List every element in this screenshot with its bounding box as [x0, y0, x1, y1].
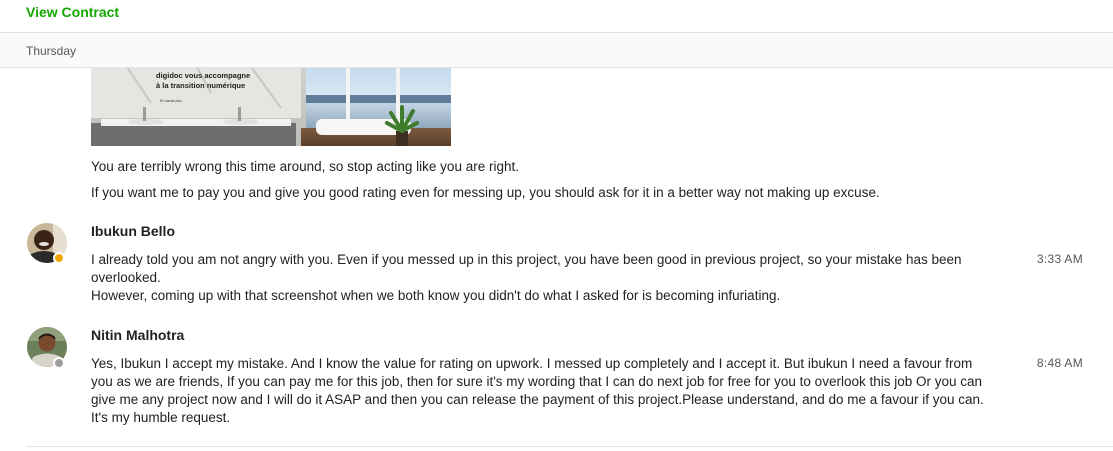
image-text-line2: à la transition numérique	[156, 81, 245, 90]
previous-message-line: You are terribly wrong this time around,…	[91, 159, 519, 174]
date-divider: Thursday	[0, 32, 1113, 68]
date-label: Thursday	[26, 44, 77, 58]
offline-status-indicator	[53, 357, 65, 369]
online-status-indicator	[53, 252, 65, 264]
previous-message-line: If you want me to pay you and give you g…	[91, 185, 880, 200]
view-contract-link[interactable]: View Contract	[26, 4, 119, 20]
sender-name[interactable]: Ibukun Bello	[91, 223, 175, 239]
message-timestamp: 8:48 AM	[1036, 356, 1083, 370]
message-body: Yes, Ibukun I accept my mistake. And I k…	[91, 355, 996, 427]
message-line: However, coming up with that screenshot …	[91, 288, 781, 303]
divider	[26, 446, 1113, 447]
message-body: I already told you am not angry with you…	[91, 251, 991, 305]
message-line: I already told you am not angry with you…	[91, 252, 962, 285]
message-line: Yes, Ibukun I accept my mistake. And I k…	[91, 356, 984, 425]
image-text-line1: digidoc vous accompagne	[156, 71, 250, 80]
message-timestamp: 3:33 AM	[1036, 252, 1083, 266]
image-button-text: En savoir plus	[160, 99, 182, 103]
sender-name[interactable]: Nitin Malhotra	[91, 327, 184, 343]
